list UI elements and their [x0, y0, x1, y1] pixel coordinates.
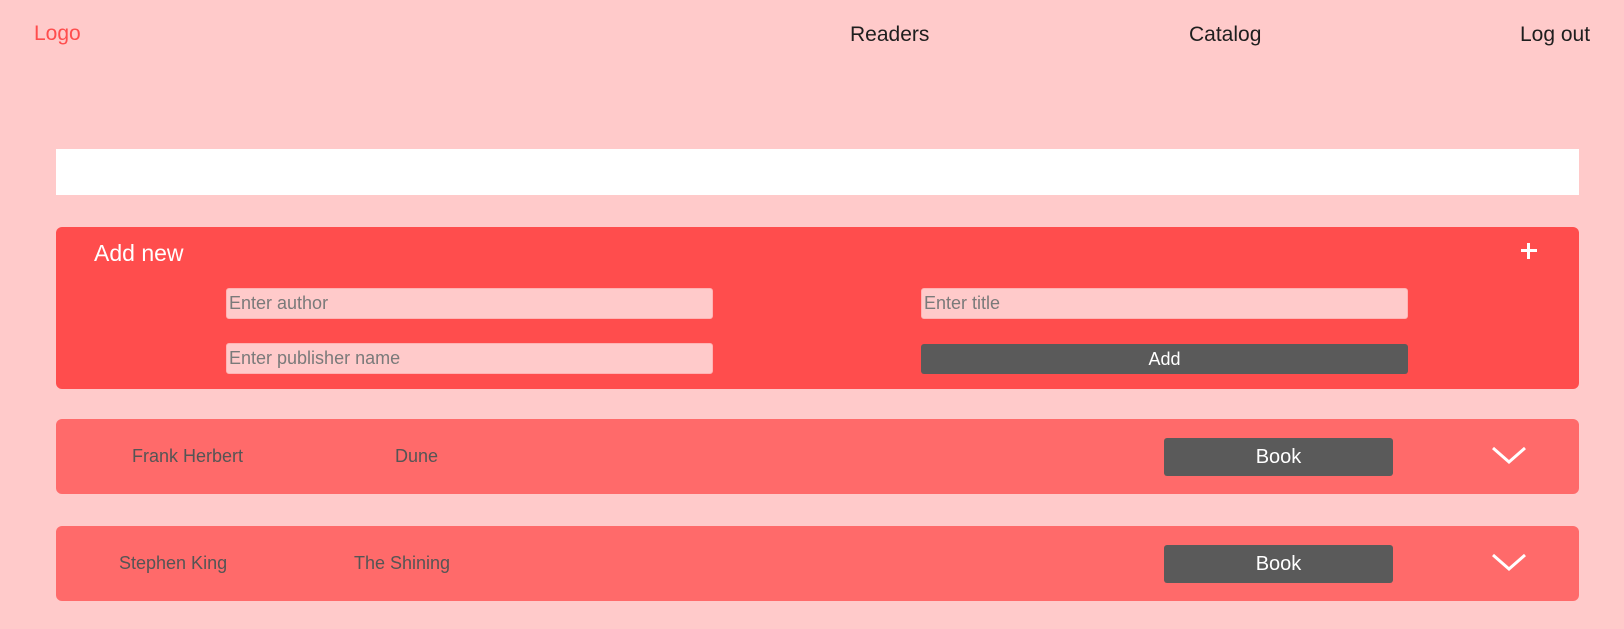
nav-link-readers[interactable]: Readers [850, 23, 929, 47]
book-title: The Shining [354, 553, 451, 573]
add-button[interactable]: Add [921, 344, 1408, 374]
book-author: Stephen King [119, 553, 228, 573]
book-title: Dune [395, 446, 439, 466]
plus-icon[interactable] [1515, 237, 1541, 263]
nav-link-catalog[interactable]: Catalog [1189, 23, 1261, 47]
add-new-panel: Add new Add [56, 227, 1579, 389]
chevron-down-icon[interactable] [1490, 443, 1528, 467]
book-row: Stephen King The Shining Book [56, 526, 1579, 601]
publisher-input[interactable] [226, 343, 713, 374]
book-button[interactable]: Book [1164, 438, 1393, 476]
book-row: Frank Herbert Dune Book [56, 419, 1579, 494]
book-button[interactable]: Book [1164, 545, 1393, 583]
add-new-title: Add new [94, 240, 184, 266]
search-input[interactable] [56, 149, 1579, 195]
chevron-down-icon[interactable] [1490, 550, 1528, 574]
top-navbar: Logo Readers Catalog Log out [0, 0, 1624, 70]
author-input[interactable] [226, 288, 713, 319]
book-author: Frank Herbert [132, 446, 244, 466]
title-input[interactable] [921, 288, 1408, 319]
logo-link[interactable]: Logo [34, 22, 81, 46]
nav-link-logout[interactable]: Log out [1520, 23, 1590, 47]
